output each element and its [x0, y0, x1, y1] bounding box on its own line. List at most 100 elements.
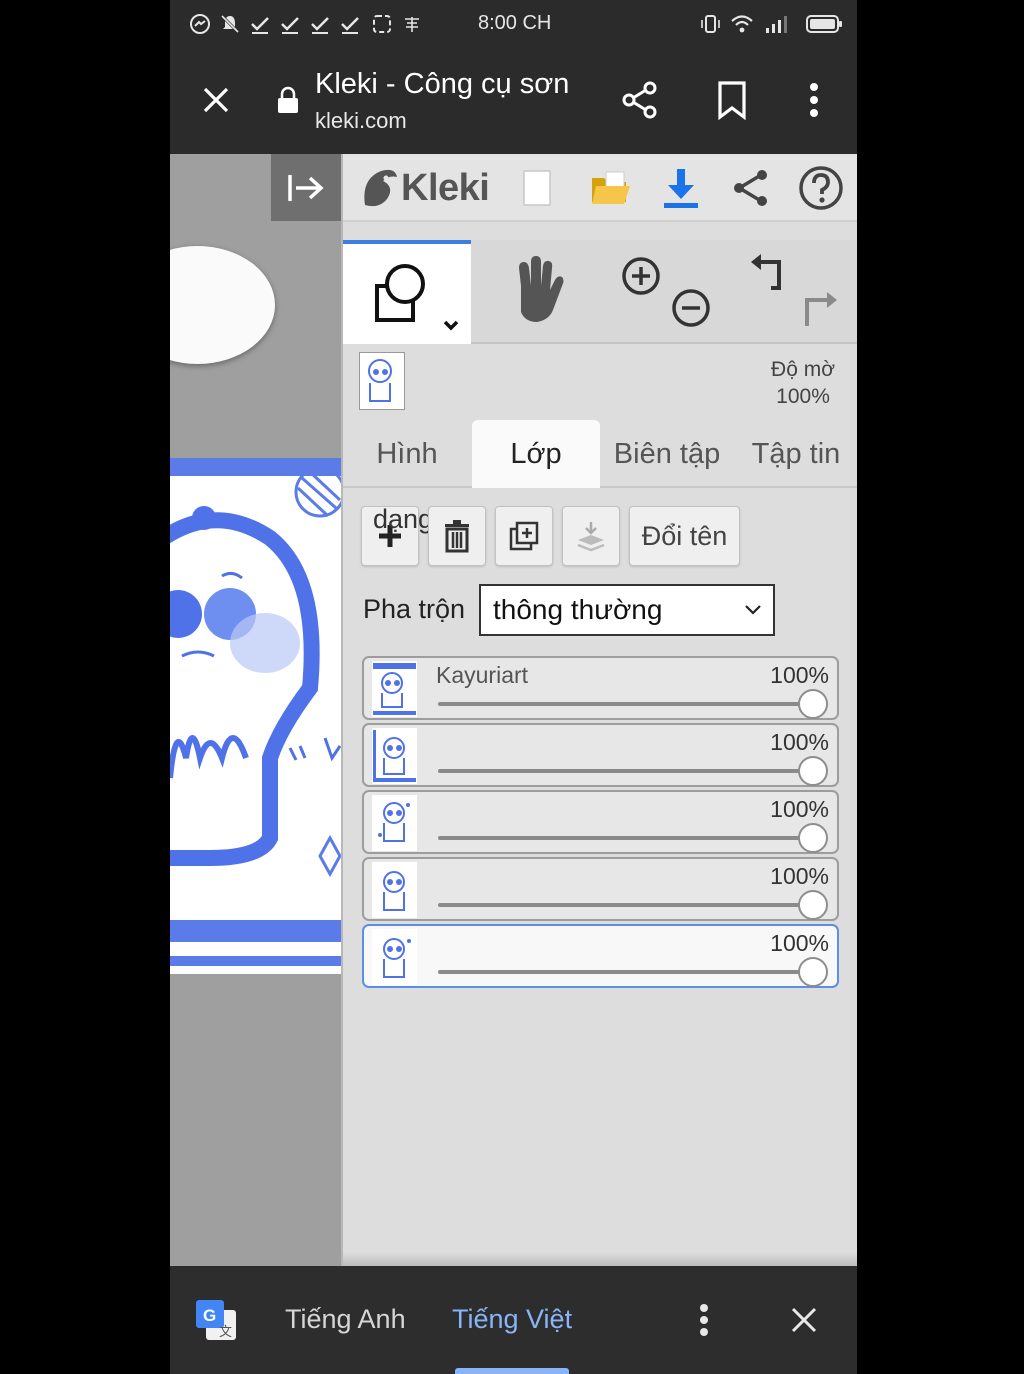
chevron-down-icon — [745, 605, 761, 615]
close-icon — [203, 87, 229, 113]
layer-thumbnail — [372, 862, 417, 918]
panel-tabs: Hình Lớp Biên tập Tập tin — [343, 420, 857, 488]
browser-toolbar: Kleki - Công cụ sơn kleki.com — [170, 50, 857, 154]
duplicate-layer-button[interactable] — [495, 506, 553, 566]
new-image-icon — [523, 170, 551, 206]
duplicate-icon — [509, 521, 539, 551]
shape-tool-icon — [375, 264, 459, 331]
layer-opacity-slider[interactable] — [438, 769, 814, 773]
hand-tool-button[interactable] — [473, 240, 599, 344]
help-button[interactable] — [797, 164, 845, 212]
layer-thumbnail — [372, 661, 417, 717]
merge-down-icon — [577, 522, 605, 552]
trash-icon — [445, 520, 469, 553]
bookmark-button[interactable] — [706, 74, 758, 126]
signal-icon — [764, 12, 788, 36]
wifi-icon — [730, 12, 754, 36]
rename-layer-button[interactable]: Đổi tên — [629, 506, 740, 566]
blend-mode-label: Pha trộn — [363, 594, 466, 624]
drawing-canvas[interactable] — [170, 458, 341, 974]
layer-opacity-slider[interactable] — [438, 836, 814, 840]
layer-item-3[interactable]: 100% — [362, 790, 839, 854]
share-icon — [622, 81, 657, 119]
status-bar: 8:00 CH — [170, 0, 857, 50]
layer-opacity-slider[interactable] — [438, 702, 814, 706]
drawing-artwork — [170, 458, 341, 966]
translate-more-button[interactable] — [688, 1296, 720, 1344]
tab-shapes[interactable]: Hình — [343, 420, 471, 488]
layer-item-1[interactable]: Kayuriart 100% — [362, 656, 839, 720]
shape-tool-button[interactable] — [343, 240, 471, 344]
share-button[interactable] — [614, 74, 666, 126]
tab-file[interactable]: Tập tin — [737, 420, 855, 488]
messenger-icon — [188, 12, 212, 36]
layer-thumb-image — [368, 359, 392, 402]
layer-thumbnail — [372, 728, 417, 784]
web-content: Kleki Độ mờ 100% Hình Lớp Biên tập Tập t… — [170, 154, 857, 1266]
redo-icon — [805, 292, 837, 326]
download-icon — [664, 169, 698, 208]
layer-opacity-handle[interactable] — [798, 823, 828, 853]
layer-opacity: 100% — [770, 930, 829, 956]
status-time: 8:00 CH — [478, 12, 552, 34]
layer-opacity-slider[interactable] — [438, 903, 814, 907]
zoom-out-button[interactable] — [669, 286, 713, 330]
layer-name: Kayuriart — [436, 662, 529, 688]
blend-mode-select[interactable]: thông thường — [479, 584, 775, 636]
layer-item-2[interactable]: 100% — [362, 723, 839, 787]
download-button[interactable] — [657, 164, 705, 212]
add-layer-label: dạng — [373, 504, 434, 534]
zoom-in-icon — [622, 257, 660, 295]
battery-icon — [804, 12, 844, 36]
layer-opacity: 100% — [770, 729, 829, 755]
share-image-button[interactable] — [727, 164, 775, 212]
opacity-label: Độ mờ — [771, 358, 835, 381]
phone-screen: 8:00 CH Kleki - Công cụ sơn kleki.com Kl… — [170, 0, 857, 1374]
bookmark-icon — [718, 81, 746, 120]
blend-mode-value: thông thường — [493, 594, 663, 625]
open-file-button[interactable] — [586, 164, 634, 212]
layer-opacity-handle[interactable] — [798, 689, 828, 719]
panel-bottom-shade — [343, 1252, 857, 1266]
layer-opacity-handle[interactable] — [798, 890, 828, 920]
layer-thumbnail — [372, 795, 417, 851]
new-image-button[interactable] — [513, 164, 561, 212]
merge-down-button[interactable] — [562, 506, 620, 566]
undo-icon — [751, 254, 781, 290]
source-language-tab[interactable]: Tiếng Anh — [285, 1304, 406, 1335]
layer-item-4[interactable]: 100% — [362, 857, 839, 921]
active-language-indicator — [455, 1368, 569, 1374]
page-url[interactable]: kleki.com — [315, 108, 407, 134]
tab-layers[interactable]: Lớp — [472, 420, 600, 488]
tool-row — [343, 240, 857, 344]
layer-item-5[interactable]: 100% — [362, 924, 839, 988]
tab-edit[interactable]: Biên tập — [605, 420, 729, 488]
canvas-area[interactable] — [170, 154, 341, 1266]
kleki-logo[interactable]: Kleki — [359, 162, 490, 214]
undo-button[interactable] — [747, 254, 791, 298]
close-tab-button[interactable] — [192, 76, 240, 124]
check-icon — [338, 12, 362, 36]
check-icon — [248, 12, 272, 36]
check-icon — [278, 12, 302, 36]
delete-layer-button[interactable] — [428, 506, 486, 566]
mute-icon — [218, 12, 242, 36]
color-swatch[interactable] — [170, 246, 275, 364]
target-language-tab[interactable]: Tiếng Việt — [452, 1304, 572, 1335]
translate-close-button[interactable] — [780, 1296, 828, 1344]
zoom-in-button[interactable] — [619, 254, 663, 298]
collapse-panel-button[interactable] — [271, 154, 341, 221]
collapse-arrow-icon — [288, 174, 324, 201]
app-icon — [400, 12, 424, 36]
google-translate-icon[interactable]: G文 — [194, 1298, 238, 1342]
layer-opacity-slider[interactable] — [438, 970, 814, 974]
page-title[interactable]: Kleki - Công cụ sơn — [315, 68, 569, 101]
layer-thumbnail — [372, 929, 417, 985]
redo-button[interactable] — [797, 286, 841, 330]
layer-opacity-handle[interactable] — [798, 756, 828, 786]
help-icon — [799, 166, 843, 210]
layer-opacity-handle[interactable] — [798, 957, 828, 987]
more-button[interactable] — [788, 74, 840, 126]
active-layer-thumbnail[interactable] — [359, 352, 405, 410]
more-icon — [810, 83, 818, 117]
